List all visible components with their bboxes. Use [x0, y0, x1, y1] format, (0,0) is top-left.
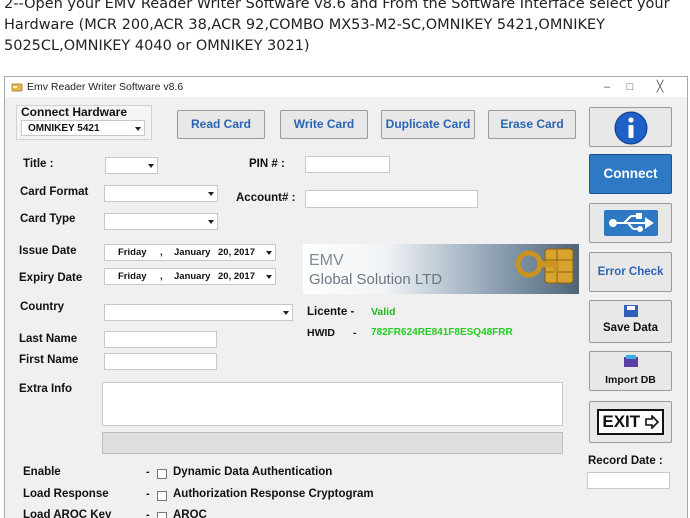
emv-banner: EMV Global Solution LTD	[303, 244, 579, 294]
erase-card-button[interactable]: Erase Card	[488, 110, 576, 139]
issue-date-day: 20, 2017	[218, 247, 255, 258]
card-format-label: Card Format	[20, 186, 89, 198]
issue-date-weekday: Friday	[118, 247, 147, 258]
card-type-label: Card Type	[20, 213, 76, 225]
database-icon	[623, 355, 638, 367]
country-select[interactable]	[104, 304, 293, 321]
read-card-button[interactable]: Read Card	[177, 110, 265, 139]
expiry-date-label: Expiry Date	[19, 272, 83, 284]
minimize-button[interactable]: –	[596, 79, 618, 95]
hwid-value: 782FR624RE841F8ESQ48FRR	[371, 327, 513, 338]
record-date-label: Record Date :	[588, 455, 663, 467]
info-icon	[614, 111, 647, 145]
exit-label: EXIT	[602, 412, 641, 431]
usb-button[interactable]	[589, 203, 672, 243]
card-format-select[interactable]	[104, 185, 218, 202]
first-name-input[interactable]	[104, 353, 217, 370]
app-window: Emv Reader Writer Software v8.6 – □ ╳ Co…	[4, 76, 688, 518]
key-chip-icon	[515, 248, 574, 284]
expiry-date-separator: ,	[160, 271, 163, 282]
restore-button[interactable]: □	[619, 79, 641, 95]
country-label: Country	[20, 301, 65, 313]
last-name-label: Last Name	[19, 333, 78, 345]
save-data-label: Save Data	[603, 322, 658, 334]
info-button[interactable]	[589, 107, 672, 147]
save-icon	[623, 305, 638, 317]
issue-date-label: Issue Date	[19, 245, 77, 257]
last-name-input[interactable]	[104, 331, 217, 348]
chevron-down-icon	[208, 220, 214, 224]
record-date-input[interactable]	[587, 472, 670, 489]
save-data-button[interactable]: Save Data	[589, 300, 672, 343]
account-label: Account# :	[236, 192, 296, 204]
exit-arrow-icon	[644, 414, 659, 430]
instruction-text: 2--Open your EMV Reader Writer Software …	[4, 0, 688, 57]
chevron-down-icon	[208, 192, 214, 196]
issue-date-picker[interactable]: Friday , January 20, 2017	[104, 244, 276, 261]
account-input[interactable]	[305, 190, 478, 208]
licente-label: Licente -	[307, 306, 355, 318]
extra-info-label: Extra Info	[19, 383, 73, 395]
chevron-down-icon	[266, 275, 272, 279]
import-db-button[interactable]: Import DB	[589, 351, 672, 391]
title-bar: Emv Reader Writer Software v8.6 – □ ╳	[5, 77, 687, 97]
banner-emv-text: EMV	[309, 252, 344, 269]
option-label-load-aroc-key: Load AROC Key	[23, 509, 112, 518]
extra-info-textarea[interactable]	[102, 382, 563, 426]
card-type-select[interactable]	[104, 213, 218, 230]
pin-input[interactable]	[305, 156, 390, 173]
banner-company-text: Global Solution LTD	[309, 271, 443, 288]
hardware-select[interactable]: OMNIKEY 5421	[21, 120, 145, 136]
first-name-label: First Name	[19, 354, 79, 366]
aroc-checkbox-label[interactable]: AROC	[173, 509, 207, 518]
chevron-down-icon	[283, 311, 289, 315]
expiry-date-picker[interactable]: Friday , January 20, 2017	[104, 268, 276, 285]
chevron-down-icon	[135, 127, 141, 131]
expiry-date-weekday: Friday	[118, 271, 147, 282]
progress-bar	[102, 432, 563, 454]
duplicate-card-button[interactable]: Duplicate Card	[381, 110, 475, 139]
connect-button-label: Connect	[603, 166, 658, 181]
exit-button[interactable]: EXIT	[589, 401, 672, 443]
hwid-label: HWID	[307, 327, 335, 339]
hardware-select-value: OMNIKEY 5421	[28, 123, 100, 134]
usb-icon	[603, 210, 658, 236]
instruction-line-2: Hardware (MCR 200,ACR 38,ACR 92,COMBO MX…	[4, 17, 606, 33]
title-select[interactable]	[105, 157, 158, 174]
window-title: Emv Reader Writer Software v8.6	[27, 81, 184, 93]
instruction-line-3: 5025CL,OMNIKEY 4040 or OMNIKEY 3021)	[4, 38, 310, 54]
aroc-checkbox[interactable]	[157, 512, 167, 518]
dda-checkbox-label[interactable]: Dynamic Data Authentication	[173, 466, 332, 478]
issue-date-month: January	[174, 247, 211, 258]
pin-label: PIN # :	[249, 158, 285, 170]
option-label-load-response: Load Response	[23, 488, 109, 500]
title-label: Title :	[23, 158, 54, 170]
chevron-down-icon	[148, 164, 154, 168]
option-dash: -	[146, 509, 150, 518]
arc-checkbox[interactable]	[157, 491, 167, 501]
error-check-label: Error Check	[597, 266, 664, 278]
write-card-button[interactable]: Write Card	[280, 110, 368, 139]
option-dash: -	[146, 466, 150, 478]
error-check-button[interactable]: Error Check	[589, 252, 672, 292]
licente-value: Valid	[371, 306, 396, 318]
instruction-line-1: 2--Open your EMV Reader Writer Software …	[4, 0, 670, 12]
exit-badge: EXIT	[597, 409, 664, 435]
dda-checkbox[interactable]	[157, 469, 167, 479]
expiry-date-day: 20, 2017	[218, 271, 255, 282]
issue-date-separator: ,	[160, 247, 163, 258]
connect-button[interactable]: Connect	[589, 154, 672, 194]
connect-hardware-label: Connect Hardware	[21, 105, 128, 119]
chevron-down-icon	[266, 251, 272, 255]
app-icon	[11, 83, 23, 92]
close-button[interactable]: ╳	[649, 79, 671, 95]
hwid-separator: -	[353, 327, 357, 339]
option-dash: -	[146, 488, 150, 500]
arc-checkbox-label[interactable]: Authorization Response Cryptogram	[173, 488, 374, 500]
option-label-enable: Enable	[23, 466, 61, 478]
expiry-date-month: January	[174, 271, 211, 282]
import-db-label: Import DB	[605, 374, 656, 386]
